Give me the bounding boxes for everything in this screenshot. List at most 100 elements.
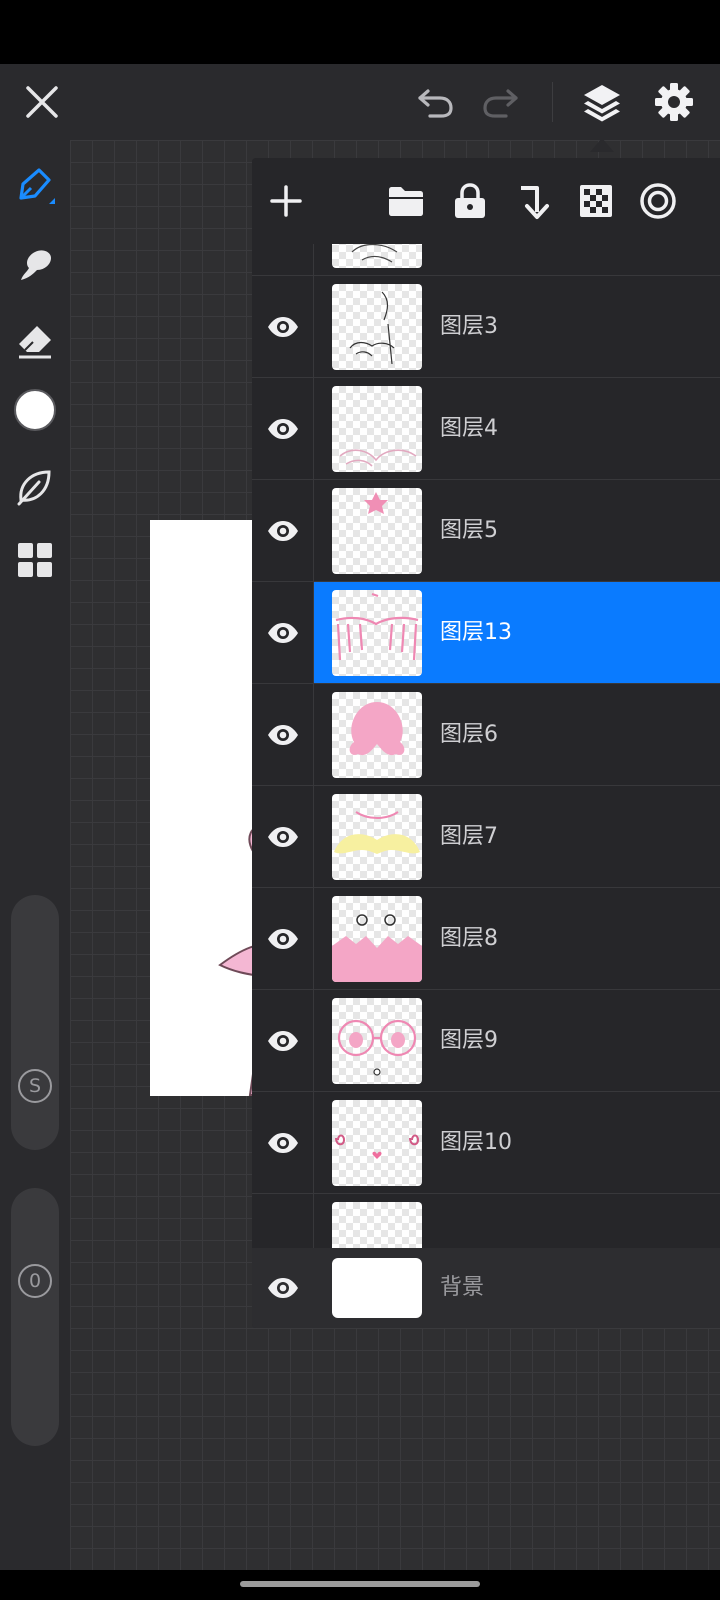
layer-thumbnail bbox=[332, 896, 422, 982]
visibility-toggle bbox=[252, 1194, 314, 1248]
layer-row[interactable]: 图层7 bbox=[252, 786, 720, 888]
layer-thumbnail bbox=[332, 794, 422, 880]
color-picker-button[interactable] bbox=[5, 380, 65, 440]
layers-button[interactable] bbox=[570, 64, 634, 140]
layers-icon bbox=[584, 85, 620, 122]
layer-row[interactable]: 图层8 bbox=[252, 888, 720, 990]
merge-down-icon bbox=[521, 186, 549, 219]
redo-icon bbox=[483, 89, 518, 118]
visibility-toggle[interactable] bbox=[252, 1248, 314, 1328]
eye-icon bbox=[267, 1132, 298, 1153]
background-thumbnail bbox=[332, 1258, 422, 1318]
layer-thumbnail bbox=[332, 998, 422, 1084]
layer-thumbnail bbox=[332, 284, 422, 370]
eye-icon bbox=[267, 826, 298, 847]
grid-menu-button[interactable] bbox=[5, 530, 65, 590]
layer-name: 图层5 bbox=[440, 518, 498, 543]
redo-button[interactable] bbox=[468, 64, 532, 140]
blend-icon bbox=[640, 183, 676, 219]
visibility-toggle[interactable] bbox=[252, 1092, 314, 1193]
layer-row[interactable]: 图层3 bbox=[252, 276, 720, 378]
layer-name: 图层6 bbox=[440, 722, 498, 747]
folder-icon bbox=[389, 187, 423, 216]
eye-icon bbox=[267, 418, 298, 439]
left-toolbar: S 0 bbox=[0, 140, 70, 1570]
leaf-tool-button[interactable] bbox=[5, 456, 65, 516]
gear-icon bbox=[655, 83, 693, 121]
layer-row-selected[interactable]: 图层13 bbox=[252, 582, 720, 684]
layer-row[interactable] bbox=[252, 244, 720, 276]
smudge-tool-button[interactable] bbox=[5, 234, 65, 294]
visibility-toggle[interactable] bbox=[252, 582, 314, 683]
layers-panel: 图层3 图层4 图层5 图层13 图层6 图层7 图层8 图层9 图层10 背景 bbox=[252, 158, 720, 1328]
merge-down-button[interactable] bbox=[506, 173, 562, 229]
eye-icon bbox=[267, 928, 298, 949]
transparency-icon bbox=[580, 185, 612, 217]
layer-thumbnail bbox=[332, 1100, 422, 1186]
layer-thumbnail bbox=[332, 244, 422, 268]
visibility-toggle[interactable] bbox=[252, 378, 314, 479]
layer-list[interactable]: 图层3 图层4 图层5 图层13 图层6 图层7 图层8 图层9 图层10 bbox=[252, 244, 720, 1248]
undo-button[interactable] bbox=[404, 64, 468, 140]
transparency-button[interactable] bbox=[568, 173, 624, 229]
visibility-toggle[interactable] bbox=[252, 990, 314, 1091]
settings-button[interactable] bbox=[642, 64, 706, 140]
opacity-slider[interactable]: 0 bbox=[11, 1188, 59, 1446]
layer-row[interactable]: 图层9 bbox=[252, 990, 720, 1092]
visibility-toggle[interactable] bbox=[252, 244, 314, 275]
layer-name: 图层3 bbox=[440, 314, 498, 339]
top-toolbar bbox=[0, 64, 720, 140]
layer-name: 图层10 bbox=[440, 1130, 512, 1155]
smudge-icon bbox=[21, 250, 51, 280]
layer-row[interactable]: 图层6 bbox=[252, 684, 720, 786]
color-swatch-icon bbox=[14, 389, 56, 431]
close-button[interactable] bbox=[10, 64, 74, 140]
layer-row[interactable]: 图层10 bbox=[252, 1092, 720, 1194]
visibility-toggle[interactable] bbox=[252, 684, 314, 785]
visibility-toggle[interactable] bbox=[252, 480, 314, 581]
visibility-toggle[interactable] bbox=[252, 888, 314, 989]
visibility-toggle[interactable] bbox=[252, 786, 314, 887]
blend-mode-button[interactable] bbox=[630, 173, 686, 229]
background-layer-row[interactable]: 背景 bbox=[252, 1248, 720, 1328]
leaf-icon bbox=[17, 470, 51, 506]
eye-icon bbox=[267, 316, 298, 337]
layer-name: 图层7 bbox=[440, 824, 498, 849]
home-indicator[interactable] bbox=[240, 1581, 480, 1587]
eraser-tool-button[interactable] bbox=[5, 310, 65, 370]
grid-icon bbox=[18, 543, 52, 577]
brush-size-slider[interactable]: S bbox=[11, 895, 59, 1150]
layer-name: 图层8 bbox=[440, 926, 498, 951]
pen-tool-button[interactable] bbox=[5, 156, 65, 216]
visibility-toggle[interactable] bbox=[252, 276, 314, 377]
layers-panel-caret bbox=[590, 138, 614, 152]
toolbar-divider bbox=[552, 82, 553, 122]
layer-thumbnail bbox=[332, 386, 422, 472]
layer-thumbnail bbox=[332, 692, 422, 778]
add-layer-icon bbox=[270, 185, 302, 217]
layer-name: 图层4 bbox=[440, 416, 498, 441]
layers-panel-header bbox=[252, 158, 720, 244]
opacity-badge: 0 bbox=[18, 1264, 52, 1298]
eye-icon bbox=[267, 520, 298, 541]
layer-name: 图层9 bbox=[440, 1028, 498, 1053]
layer-row[interactable]: 图层4 bbox=[252, 378, 720, 480]
eraser-icon bbox=[19, 326, 51, 359]
layer-row[interactable]: 图层5 bbox=[252, 480, 720, 582]
eye-icon bbox=[267, 622, 298, 643]
eye-icon bbox=[267, 1030, 298, 1051]
add-layer-button[interactable] bbox=[258, 173, 314, 229]
close-icon bbox=[26, 86, 58, 118]
brush-size-badge: S bbox=[18, 1069, 52, 1103]
eye-icon bbox=[268, 1278, 298, 1298]
layer-row[interactable] bbox=[252, 1194, 720, 1248]
lock-icon bbox=[455, 183, 485, 218]
undo-icon bbox=[418, 89, 453, 118]
status-bar bbox=[0, 0, 720, 64]
pen-icon bbox=[19, 168, 55, 204]
layer-name: 背景 bbox=[440, 1275, 485, 1300]
layer-thumbnail bbox=[332, 1202, 422, 1248]
eye-icon bbox=[267, 724, 298, 745]
add-folder-button[interactable] bbox=[378, 173, 434, 229]
lock-layer-button[interactable] bbox=[442, 173, 498, 229]
